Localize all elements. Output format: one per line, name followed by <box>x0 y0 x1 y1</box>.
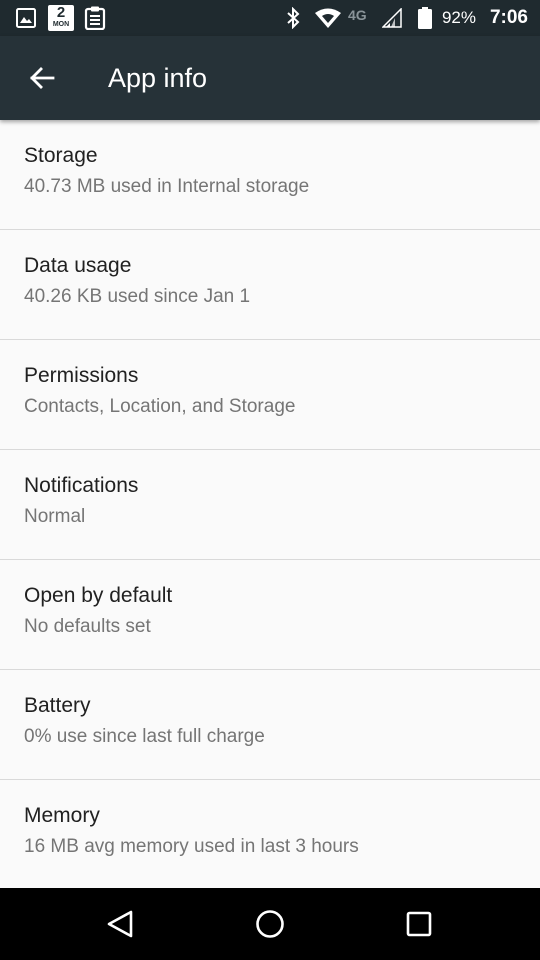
app-info-list: Storage 40.73 MB used in Internal storag… <box>0 120 540 890</box>
recents-square-icon <box>406 911 432 937</box>
app-bar: App info <box>0 36 540 120</box>
arrow-back-icon <box>30 67 55 89</box>
battery-icon <box>417 7 432 29</box>
list-item-subtitle: Contacts, Location, and Storage <box>24 396 296 417</box>
home-circle-icon <box>256 910 284 938</box>
list-item-title: Storage <box>24 144 98 167</box>
clipboard-icon <box>84 6 106 30</box>
list-item-battery[interactable]: Battery 0% use since last full charge <box>0 670 540 780</box>
nav-home-button[interactable] <box>234 888 306 960</box>
status-bar: 2 MON 4G 92% 7:06 <box>0 0 540 36</box>
image-icon <box>16 8 36 28</box>
nav-back-button[interactable] <box>84 888 156 960</box>
bluetooth-icon <box>286 7 300 29</box>
list-item-subtitle: 16 MB avg memory used in last 3 hours <box>24 836 359 857</box>
list-item-title: Battery <box>24 694 91 717</box>
list-item-storage[interactable]: Storage 40.73 MB used in Internal storag… <box>0 120 540 230</box>
calendar-day: 2 <box>56 4 66 21</box>
wifi-icon <box>314 7 342 29</box>
status-bar-left: 2 MON <box>0 0 106 36</box>
navigation-bar <box>0 888 540 960</box>
list-item-title: Permissions <box>24 364 139 387</box>
list-item-data-usage[interactable]: Data usage 40.26 KB used since Jan 1 <box>0 230 540 340</box>
network-4g-icon: 4G <box>348 5 382 31</box>
back-triangle-icon <box>107 910 133 938</box>
list-item-title: Memory <box>24 804 100 827</box>
list-item-memory[interactable]: Memory 16 MB avg memory used in last 3 h… <box>0 780 540 890</box>
back-button[interactable] <box>18 54 66 102</box>
list-item-title: Notifications <box>24 474 139 497</box>
list-item-subtitle: Normal <box>24 506 86 527</box>
list-item-subtitle: 40.73 MB used in Internal storage <box>24 176 310 197</box>
status-bar-right: 4G 92% 7:06 <box>286 0 540 36</box>
status-time: 7:06 <box>489 7 528 28</box>
list-item-title: Open by default <box>24 584 173 607</box>
calendar-month: MON <box>52 21 70 28</box>
list-item-open-by-default[interactable]: Open by default No defaults set <box>0 560 540 670</box>
list-item-subtitle: No defaults set <box>24 616 151 637</box>
nav-recents-button[interactable] <box>383 888 455 960</box>
network-label: 4G <box>347 7 367 23</box>
signal-icon <box>381 8 402 28</box>
list-item-permissions[interactable]: Permissions Contacts, Location, and Stor… <box>0 340 540 450</box>
list-item-subtitle: 0% use since last full charge <box>24 726 265 747</box>
page-title: App info <box>108 63 208 93</box>
calendar-icon: 2 MON <box>48 5 74 31</box>
list-item-title: Data usage <box>24 254 132 277</box>
battery-percent: 92% <box>441 8 476 27</box>
list-item-notifications[interactable]: Notifications Normal <box>0 450 540 560</box>
list-item-subtitle: 40.26 KB used since Jan 1 <box>24 286 251 307</box>
